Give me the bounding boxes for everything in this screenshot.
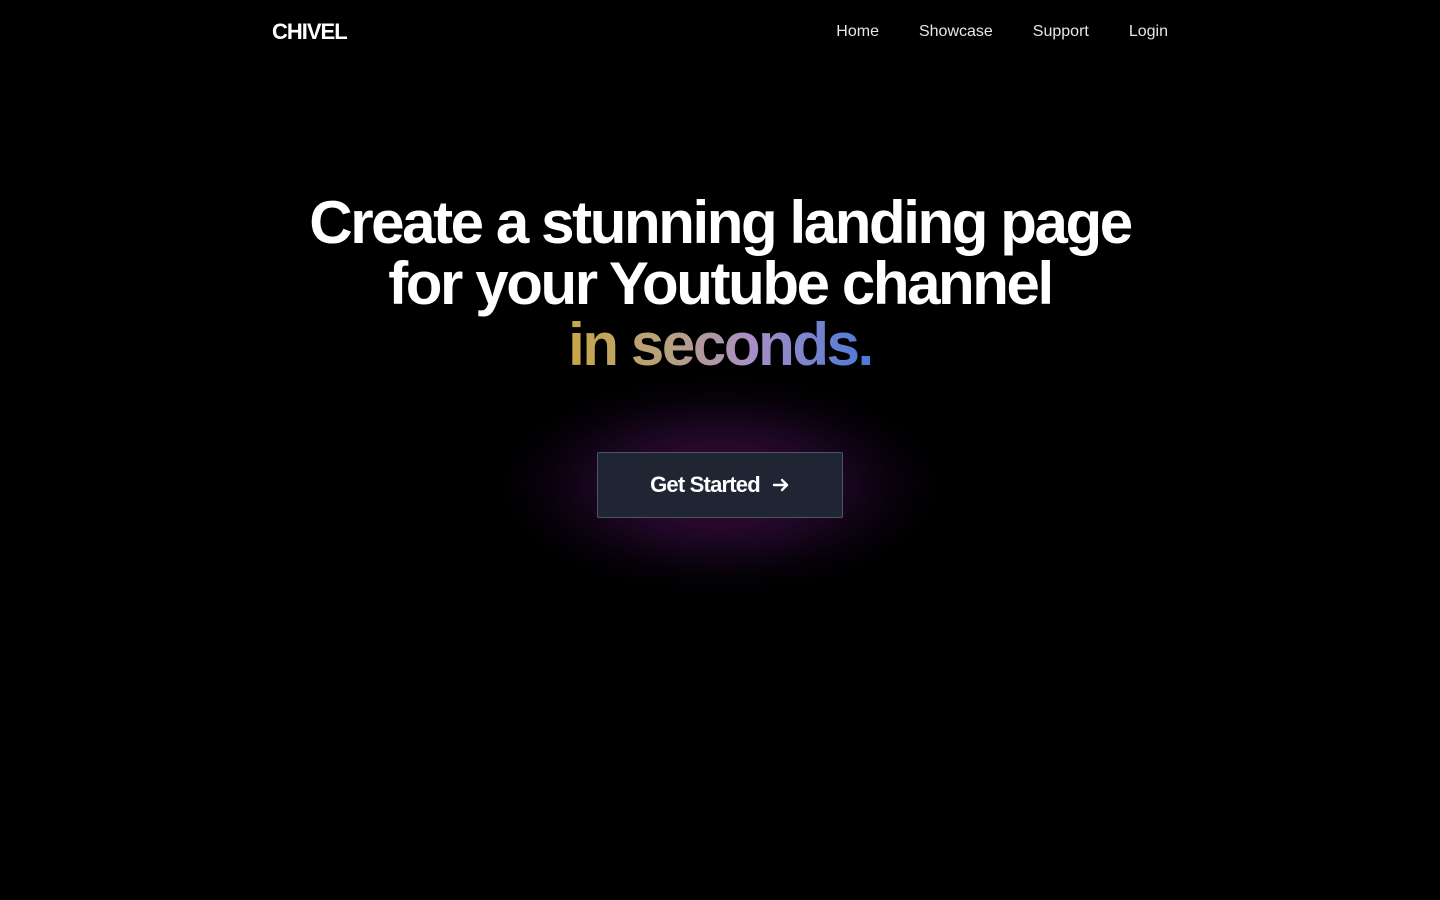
nav-link-showcase[interactable]: Showcase — [919, 20, 993, 44]
hero-gradient-text: in seconds. — [568, 311, 874, 378]
get-started-button[interactable]: Get Started — [597, 452, 843, 518]
nav-link-support[interactable]: Support — [1033, 20, 1089, 44]
hero-section: Create a stunning landing page for your … — [0, 192, 1440, 375]
top-navigation: CHIVEL Home Showcase Support Login — [0, 0, 1440, 64]
cta-wrapper: Get Started — [507, 382, 933, 588]
brand-logo[interactable]: CHIVEL — [272, 18, 348, 46]
nav-link-login[interactable]: Login — [1129, 20, 1168, 44]
hero-headline-line-2: for your Youtube channel — [388, 250, 1054, 317]
arrow-right-icon — [772, 476, 790, 494]
hero-headline-line-3: in seconds. — [0, 314, 1440, 375]
get-started-label: Get Started — [650, 472, 761, 497]
nav-links: Home Showcase Support Login — [836, 20, 1168, 44]
hero-headline: Create a stunning landing page for your … — [0, 192, 1440, 375]
hero-headline-line-1: Create a stunning landing page — [309, 189, 1133, 256]
nav-link-home[interactable]: Home — [836, 20, 879, 44]
